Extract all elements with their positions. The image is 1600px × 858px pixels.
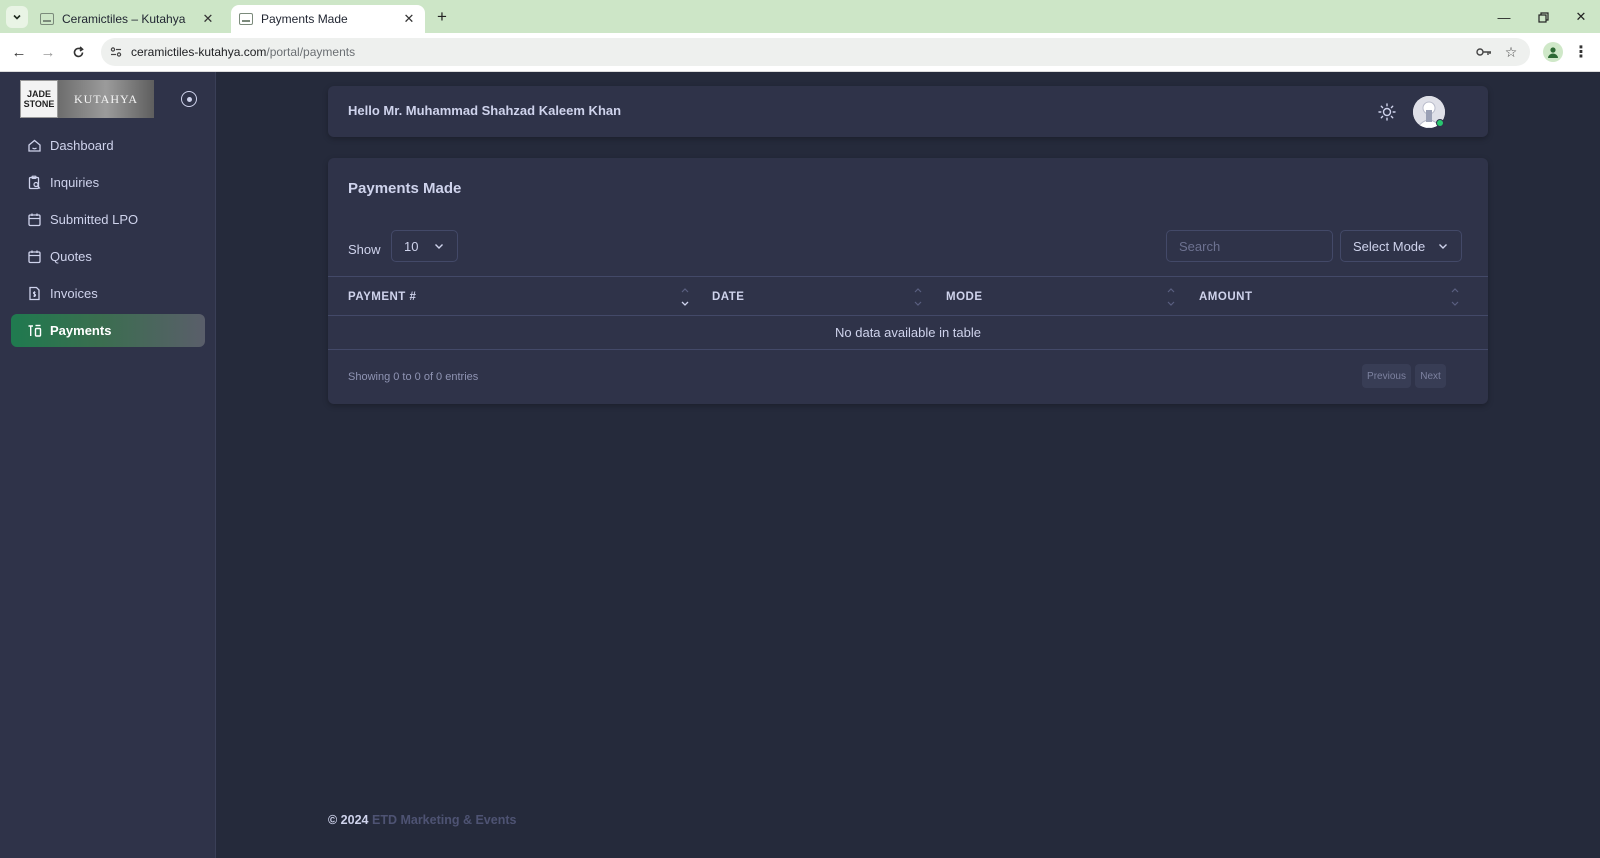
clipboard-search-icon — [26, 175, 42, 191]
logo-kutahya: KUTAHYA — [58, 80, 154, 118]
sidebar-item-inquiries[interactable]: Inquiries — [11, 166, 205, 199]
back-arrow-icon[interactable]: ← — [8, 41, 30, 63]
sidebar: JADE STONE KUTAHYA Dashboard Inquiries S… — [0, 72, 216, 858]
payments-icon — [26, 323, 42, 339]
show-entries-label: Show — [348, 242, 381, 257]
browser-toolbar: ← → ceramictiles-kutahya.com/portal/paym… — [0, 33, 1600, 72]
new-tab-button[interactable]: + — [431, 6, 453, 28]
logo-text-line1: JADE — [26, 89, 51, 99]
sidebar-item-invoices[interactable]: Invoices — [11, 277, 205, 310]
page-title: Payments Made — [348, 180, 462, 197]
browser-tab-bar: Ceramictiles – Kutahya ✕ Payments Made ✕… — [0, 0, 1600, 33]
sun-icon[interactable] — [1378, 103, 1396, 121]
address-bar[interactable]: ceramictiles-kutahya.com/portal/payments — [101, 38, 1530, 66]
bookmark-star-icon[interactable]: ☆ — [1500, 38, 1522, 66]
mode-filter-value: Select Mode — [1353, 238, 1426, 254]
sidebar-item-label: Payments — [50, 323, 112, 338]
reload-icon[interactable] — [67, 41, 89, 63]
top-navbar: Hello Mr. Muhammad Shahzad Kaleem Khan — [328, 86, 1488, 137]
browser-tab[interactable]: Ceramictiles – Kutahya ✕ — [32, 5, 224, 33]
sort-icon[interactable] — [1166, 285, 1176, 309]
browser-tab-active[interactable]: Payments Made ✕ — [231, 5, 425, 33]
next-page-button[interactable]: Next — [1415, 364, 1446, 388]
sidebar-item-dashboard[interactable]: Dashboard — [11, 129, 205, 162]
password-key-icon[interactable] — [1473, 38, 1495, 66]
calendar-icon — [26, 249, 42, 265]
profile-icon[interactable] — [1543, 42, 1563, 62]
sidebar-item-submitted-lpo[interactable]: Submitted LPO — [11, 203, 205, 236]
table-header-row: PAYMENT # DATE MODE AMOUNT — [328, 276, 1488, 316]
tab-title: Payments Made — [261, 12, 348, 26]
receipt-icon — [26, 286, 42, 302]
forward-arrow-icon[interactable]: → — [37, 41, 59, 63]
site-info-icon[interactable] — [110, 46, 122, 58]
main-content: Hello Mr. Muhammad Shahzad Kaleem Khan P… — [216, 72, 1600, 858]
sort-icon[interactable] — [913, 285, 923, 309]
copyright-text: © 2024 — [328, 813, 369, 827]
brand-logo[interactable]: JADE STONE KUTAHYA — [20, 80, 154, 118]
mode-filter-select[interactable]: Select Mode — [1340, 230, 1462, 262]
logo-text-line2: STONE — [23, 99, 55, 109]
chevron-down-icon — [13, 14, 21, 20]
online-status-badge — [1436, 119, 1444, 127]
page-favicon-icon — [239, 13, 253, 25]
table-empty-row: No data available in table — [328, 316, 1488, 350]
close-tab-icon[interactable]: ✕ — [401, 11, 417, 27]
sidebar-menu: Dashboard Inquiries Submitted LPO Quotes… — [11, 129, 205, 351]
sort-icon[interactable] — [680, 285, 690, 309]
payments-table: PAYMENT # DATE MODE AMOUNT No data avail… — [328, 276, 1488, 350]
calendar-icon — [26, 212, 42, 228]
sort-icon[interactable] — [1450, 285, 1460, 309]
url-host: ceramictiles-kutahya.com — [131, 45, 267, 59]
table-info-text: Showing 0 to 0 of 0 entries — [348, 371, 479, 383]
sidebar-item-quotes[interactable]: Quotes — [11, 240, 205, 273]
sidebar-item-label: Invoices — [50, 286, 98, 301]
footer-brand-link[interactable]: ETD Marketing & Events — [372, 813, 516, 827]
tab-search-button[interactable] — [6, 6, 28, 28]
sidebar-item-label: Submitted LPO — [50, 212, 139, 227]
column-header-mode[interactable]: MODE — [946, 277, 983, 317]
page-length-value: 10 — [404, 238, 419, 254]
more-menu-icon[interactable]: ⋮ — [1573, 42, 1589, 62]
sidebar-item-payments[interactable]: Payments — [11, 314, 205, 347]
payments-card: Payments Made Show 10 Select Mode PAYMEN… — [328, 158, 1488, 404]
page-length-select[interactable]: 10 — [391, 230, 458, 262]
greeting-text: Hello Mr. Muhammad Shahzad Kaleem Khan — [348, 103, 622, 118]
footer: © 2024 ETD Marketing & Events — [328, 813, 516, 827]
column-header-payment-number[interactable]: PAYMENT # — [348, 277, 416, 317]
previous-page-button[interactable]: Previous — [1362, 364, 1411, 388]
sidebar-item-label: Quotes — [50, 249, 92, 264]
minimize-icon[interactable]: — — [1491, 6, 1517, 28]
page-favicon-icon — [40, 13, 54, 25]
sidebar-item-label: Inquiries — [50, 175, 100, 190]
chevron-down-icon — [435, 244, 443, 249]
chevron-down-icon — [1439, 244, 1447, 249]
url-path: /portal/payments — [266, 45, 356, 59]
close-tab-icon[interactable]: ✕ — [200, 11, 216, 27]
logo-jade-stone: JADE STONE — [20, 80, 58, 118]
sidebar-toggle-icon[interactable] — [181, 91, 197, 107]
home-icon — [26, 138, 42, 154]
close-window-icon[interactable]: ✕ — [1568, 6, 1594, 28]
restore-icon[interactable] — [1530, 6, 1556, 28]
column-header-amount[interactable]: AMOUNT — [1199, 277, 1252, 317]
search-input[interactable] — [1166, 230, 1333, 262]
sidebar-item-label: Dashboard — [50, 138, 114, 153]
tab-title: Ceramictiles – Kutahya — [62, 12, 186, 26]
column-header-date[interactable]: DATE — [712, 277, 744, 317]
